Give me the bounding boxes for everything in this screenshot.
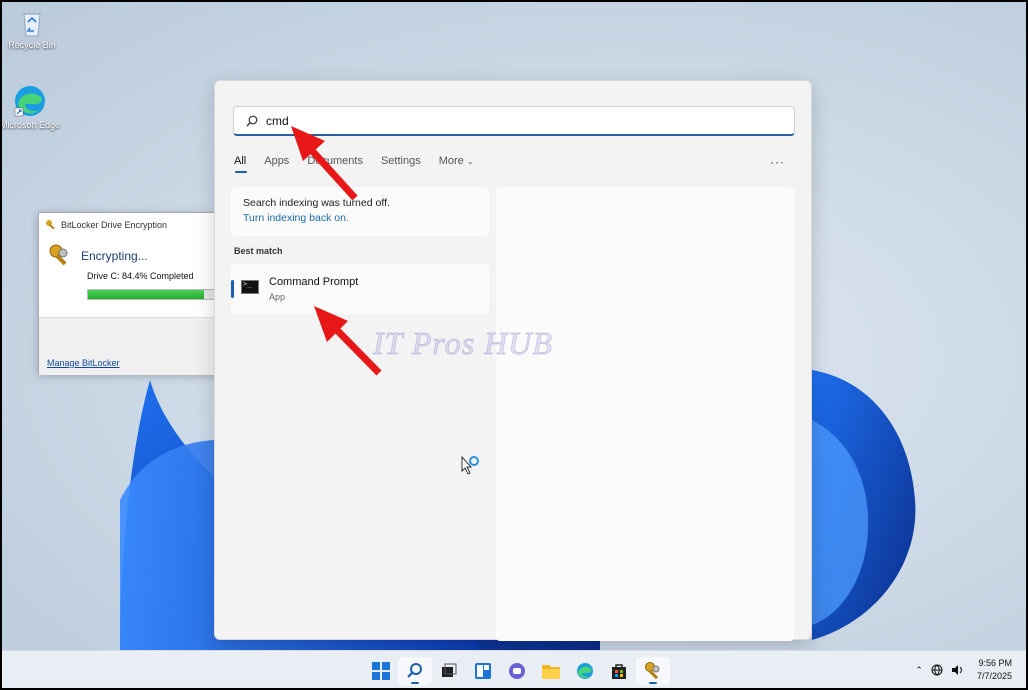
edge-shortcut[interactable]: Microsoft Edge xyxy=(0,84,62,130)
bitlocker-status: Drive C: 84.4% Completed xyxy=(87,271,194,281)
bitlocker-titlebar[interactable]: BitLocker Drive Encryption xyxy=(39,213,217,237)
bitlocker-heading: Encrypting... xyxy=(81,249,148,263)
indexing-notice: Search indexing was turned off. Turn ind… xyxy=(231,187,489,236)
bitlocker-progress-fill xyxy=(88,290,205,299)
clock[interactable]: 9:56 PM 7/7/2025 xyxy=(977,657,1012,683)
bitlocker-taskbar-button[interactable] xyxy=(636,657,670,685)
start-button[interactable] xyxy=(364,657,398,685)
clock-time: 9:56 PM xyxy=(978,658,1012,668)
chat-icon xyxy=(509,663,525,679)
search-box[interactable] xyxy=(233,106,795,136)
file-explorer-icon xyxy=(542,665,560,679)
chevron-down-icon: ⌄ xyxy=(466,157,474,166)
manage-bitlocker-link[interactable]: Manage BitLocker xyxy=(47,358,120,368)
tab-more[interactable]: More ⌄ xyxy=(439,155,474,173)
widgets-button[interactable] xyxy=(466,657,500,685)
bitlocker-keys-icon xyxy=(49,244,68,266)
bitlocker-icon xyxy=(645,662,660,680)
chat-button[interactable] xyxy=(500,657,534,685)
search-icon xyxy=(246,115,258,126)
tab-all[interactable]: All xyxy=(234,155,248,173)
recycle-bin-shortcut[interactable]: Recycle Bin xyxy=(0,8,64,50)
indexing-notice-text: Search indexing was turned off. xyxy=(243,197,390,209)
recycle-bin-icon xyxy=(23,13,41,37)
desktop: Recycle Bin Microsoft Edge BitLocker Dri… xyxy=(0,0,1028,650)
results-column: Search indexing was turned off. Turn ind… xyxy=(231,187,489,314)
edge-icon xyxy=(577,663,593,679)
result-subtitle: App xyxy=(269,292,286,302)
tab-more-label: More xyxy=(438,155,464,167)
edge-label: Microsoft Edge xyxy=(0,120,61,130)
best-match-label: Best match xyxy=(234,246,283,256)
bitlocker-title: BitLocker Drive Encryption xyxy=(61,220,168,230)
search-filter-tabs: All Apps Documents Settings More ⌄ xyxy=(234,155,492,173)
volume-icon[interactable] xyxy=(951,664,963,676)
tab-documents[interactable]: Documents xyxy=(307,155,363,173)
busy-cursor-icon xyxy=(461,455,479,475)
result-title: Command Prompt xyxy=(269,276,359,288)
tab-apps[interactable]: Apps xyxy=(264,155,289,173)
store-button[interactable] xyxy=(602,657,636,685)
active-indicator xyxy=(411,682,419,684)
selection-accent xyxy=(231,280,234,298)
best-match-result[interactable]: Command Prompt App xyxy=(231,264,489,314)
clock-date: 7/7/2025 xyxy=(976,671,1012,681)
system-tray: ⌃ 9:56 PM 7/7/2025 xyxy=(915,657,1012,683)
key-icon xyxy=(46,220,55,230)
more-options-button[interactable]: ··· xyxy=(770,155,785,169)
bitlocker-progress-bar xyxy=(87,289,227,300)
edge-icon xyxy=(14,86,45,117)
bitlocker-window: BitLocker Drive Encryption Encrypting...… xyxy=(38,212,227,375)
start-icon xyxy=(372,662,390,680)
recycle-bin-label: Recycle Bin xyxy=(8,40,56,50)
search-icon xyxy=(407,663,422,678)
edge-taskbar-button[interactable] xyxy=(568,657,602,685)
task-view-icon xyxy=(442,663,457,677)
task-view-button[interactable] xyxy=(432,657,466,685)
command-prompt-icon xyxy=(241,280,259,294)
store-icon xyxy=(612,664,626,679)
file-explorer-button[interactable] xyxy=(534,657,568,685)
search-input[interactable] xyxy=(266,113,746,128)
turn-indexing-on-link[interactable]: Turn indexing back on. xyxy=(243,212,477,224)
taskbar: ⌃ 9:56 PM 7/7/2025 xyxy=(0,650,1028,690)
chevron-up-icon[interactable]: ⌃ xyxy=(915,665,923,676)
preview-pane xyxy=(496,187,794,641)
taskbar-search-button[interactable] xyxy=(398,657,432,685)
bitlocker-footer: Manage BitLocker xyxy=(39,317,217,375)
tab-settings[interactable]: Settings xyxy=(381,155,421,173)
widgets-icon xyxy=(475,663,491,679)
active-indicator xyxy=(649,682,657,684)
watermark: IT Pros HUB xyxy=(373,325,553,362)
network-icon[interactable] xyxy=(931,664,943,676)
